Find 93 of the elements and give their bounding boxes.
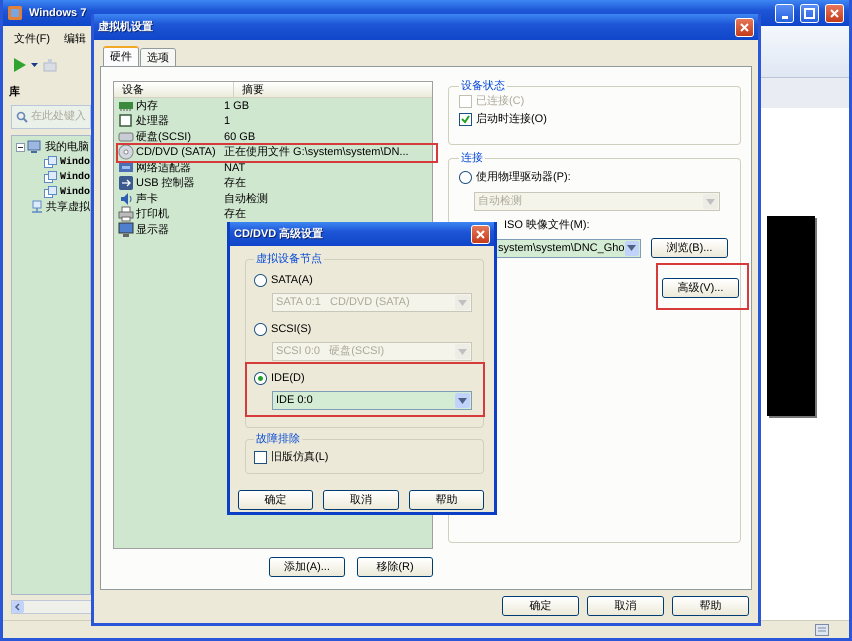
device-summary: 60 GB bbox=[224, 130, 256, 144]
minus-icon bbox=[18, 144, 23, 150]
expander-icon[interactable] bbox=[16, 142, 25, 152]
device-name[interactable]: 内存 bbox=[136, 98, 158, 113]
dialog-title: 虚拟机设置 bbox=[98, 20, 153, 35]
minimize-button[interactable] bbox=[775, 4, 794, 22]
tab[interactable]: 硬件 bbox=[103, 46, 139, 66]
library-label: 库 bbox=[8, 84, 21, 100]
menu-item[interactable]: 编辑 bbox=[64, 30, 86, 48]
device-name[interactable]: 显示器 bbox=[136, 222, 169, 237]
dialog-button[interactable]: 帮助 bbox=[408, 490, 484, 510]
device-summary: 存在 bbox=[224, 207, 246, 222]
dialog-button[interactable]: 添加(A)... bbox=[269, 557, 345, 577]
maximize-icon bbox=[804, 8, 815, 18]
app-icon bbox=[7, 5, 23, 21]
device-name[interactable]: 处理器 bbox=[136, 114, 169, 128]
device-name[interactable]: 声卡 bbox=[136, 192, 158, 206]
device-name[interactable]: CD/DVD (SATA) bbox=[136, 145, 216, 160]
dropdown[interactable]: system\system\DNC_Gho bbox=[494, 238, 641, 258]
group-title: 虚拟设备节点 bbox=[255, 254, 323, 265]
tab[interactable]: 选项 bbox=[140, 48, 176, 66]
vm-icon bbox=[44, 186, 57, 198]
share-icon bbox=[42, 57, 58, 73]
device-name[interactable]: USB 控制器 bbox=[136, 176, 195, 190]
minimize-icon bbox=[782, 16, 788, 18]
dropdown: SCSI 0:0 硬盘(SCSI) bbox=[272, 342, 472, 361]
device-summary: 正在使用文件 G:\system\system\DN... bbox=[224, 145, 409, 160]
device-summary: 1 bbox=[224, 114, 230, 128]
column-header[interactable]: 设备 bbox=[114, 82, 234, 97]
vm-icon bbox=[44, 170, 57, 184]
caret-icon bbox=[458, 398, 467, 404]
group-title: 连接 bbox=[460, 153, 484, 164]
caret-icon bbox=[458, 300, 467, 306]
device-summary: NAT bbox=[224, 160, 246, 175]
monitor-icon bbox=[118, 222, 134, 238]
device-summary: 自动检测 bbox=[224, 192, 268, 206]
scrollbar[interactable] bbox=[11, 600, 94, 614]
checkbox-label: 已连接(C) bbox=[476, 94, 524, 109]
play-button[interactable] bbox=[13, 57, 38, 73]
caret-icon bbox=[706, 198, 715, 204]
checkbox[interactable] bbox=[254, 450, 267, 464]
scroll-left-icon bbox=[12, 601, 24, 613]
close-button[interactable] bbox=[825, 4, 844, 22]
play-icon bbox=[13, 57, 27, 73]
tree-item[interactable]: 我的电脑 bbox=[45, 138, 89, 156]
advanced-button[interactable]: 高级(V)... bbox=[662, 278, 739, 298]
column-header[interactable]: 摘要 bbox=[234, 82, 264, 97]
radio-label[interactable]: ISO 映像文件(M): bbox=[504, 216, 590, 234]
close-button[interactable] bbox=[471, 224, 490, 244]
disc-icon bbox=[118, 144, 134, 160]
caret-icon bbox=[31, 63, 38, 67]
tree-item[interactable]: Windo bbox=[60, 184, 90, 200]
checkbox[interactable] bbox=[459, 112, 472, 126]
group-title: 设备状态 bbox=[460, 81, 506, 92]
vm-icon bbox=[44, 156, 57, 168]
browse-button[interactable]: 浏览(B)... bbox=[651, 238, 728, 258]
checkbox-label[interactable]: 旧版仿真(L) bbox=[271, 448, 328, 466]
checkbox-label[interactable]: 启动时连接(O) bbox=[476, 110, 547, 128]
dropdown[interactable]: IDE 0:0 bbox=[272, 391, 472, 410]
dialog-button[interactable]: 取消 bbox=[323, 490, 399, 510]
window-title: Windows 7 bbox=[29, 6, 86, 21]
group-title: 故障排除 bbox=[255, 434, 301, 445]
search-icon bbox=[16, 110, 28, 122]
close-button[interactable] bbox=[735, 18, 754, 36]
tree-item[interactable]: Windo bbox=[60, 154, 90, 170]
status-icon bbox=[815, 624, 829, 636]
caret-icon bbox=[627, 245, 636, 251]
dialog-title: CD/DVD 高级设置 bbox=[234, 226, 324, 242]
tree-item[interactable]: 共享虚拟 bbox=[46, 198, 90, 216]
dropdown: 自动检测 bbox=[474, 192, 720, 211]
dialog-button[interactable]: 确定 bbox=[238, 490, 314, 510]
caret-icon bbox=[458, 348, 467, 354]
radio-label[interactable]: IDE(D) bbox=[271, 370, 305, 386]
dialog-button[interactable]: 确定 bbox=[502, 596, 579, 616]
printer-icon bbox=[118, 206, 134, 222]
device-summary: 1 GB bbox=[224, 98, 250, 113]
device-name[interactable]: 硬盘(SCSI) bbox=[136, 130, 191, 144]
speaker-icon bbox=[118, 190, 134, 207]
dialog-button[interactable]: 取消 bbox=[587, 596, 664, 616]
shared-vm-icon bbox=[30, 200, 44, 214]
maximize-button[interactable] bbox=[800, 4, 819, 22]
dialog-button[interactable]: 移除(R) bbox=[357, 557, 433, 577]
device-summary: 存在 bbox=[224, 176, 246, 190]
dialog-button[interactable]: 帮助 bbox=[672, 596, 749, 616]
computer-icon bbox=[27, 140, 43, 154]
search-placeholder: 在此处键入 bbox=[31, 109, 86, 124]
processor-icon bbox=[118, 113, 134, 130]
check-icon bbox=[461, 114, 470, 124]
radio-button[interactable] bbox=[254, 372, 267, 384]
menu-item[interactable]: 文件(F) bbox=[14, 30, 50, 48]
tree-item[interactable]: Windo bbox=[60, 170, 90, 184]
dropdown: SATA 0:1 CD/DVD (SATA) bbox=[272, 293, 472, 312]
device-name[interactable]: 打印机 bbox=[136, 207, 169, 222]
